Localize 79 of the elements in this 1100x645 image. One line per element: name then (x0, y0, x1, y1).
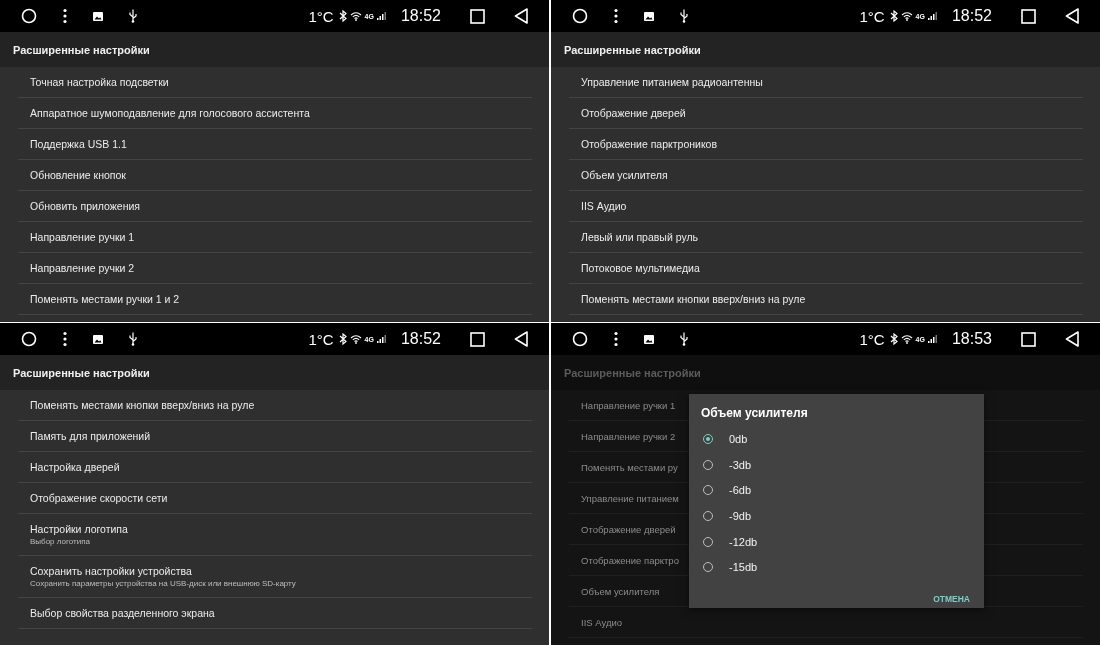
back-icon[interactable] (514, 8, 528, 24)
settings-item[interactable]: Левый или правый руль (569, 222, 1083, 253)
bluetooth-icon (889, 333, 898, 345)
settings-item[interactable]: Управление питанием радиоантенны (569, 67, 1083, 98)
option-label: -15db (729, 561, 758, 574)
settings-item[interactable]: IIS Аудио (569, 191, 1083, 222)
signal-icon (376, 12, 386, 20)
settings-item[interactable]: Настройка дверей (18, 452, 532, 483)
image-icon (93, 334, 103, 344)
option-label: -12db (729, 535, 758, 548)
signal-icon (376, 335, 386, 343)
bluetooth-icon (889, 10, 898, 22)
temperature-text: 1°C (308, 7, 334, 25)
image-icon (644, 334, 654, 344)
settings-item[interactable]: Аппаратное шумоподавление для голосового ассистента (18, 98, 532, 129)
settings-item[interactable]: Настройки логотипа Выбор логотипа (18, 514, 532, 556)
home-icon[interactable] (572, 8, 588, 24)
settings-item[interactable]: Поменять местами кнопки вверх/вниз на руле (569, 284, 1083, 315)
clock-text: 18:52 (400, 7, 441, 25)
settings-item[interactable]: Отображение парктроников (569, 129, 1083, 160)
dialog-title: Объем усилителя (701, 406, 808, 420)
settings-item[interactable]: Поменять местами ручки 1 и 2 (18, 284, 532, 315)
screen-title: Расширенные настройки (564, 366, 701, 379)
menu-icon[interactable] (63, 8, 67, 24)
settings-item[interactable]: Отображение дверей (569, 98, 1083, 129)
settings-item[interactable]: Память для приложений (18, 421, 532, 452)
recents-icon[interactable] (470, 8, 485, 24)
settings-item[interactable]: Сохранить настройки устройства Сохранить параметры устройства на USB-диск или внешнюю SD-карту (18, 556, 532, 598)
settings-item[interactable]: Направление ручки 1 (18, 222, 532, 253)
menu-icon[interactable] (614, 331, 618, 347)
settings-item[interactable]: Выбор свойства разделенного экрана (18, 598, 532, 629)
home-icon[interactable] (21, 331, 37, 347)
temperature-text: 1°C (859, 330, 885, 348)
usb-icon (129, 9, 137, 23)
temperature-text: 1°C (859, 7, 885, 25)
settings-item[interactable]: Обновление кнопок (18, 160, 532, 191)
settings-item[interactable]: Обновить приложения (18, 191, 532, 222)
option-label: -9db (729, 509, 752, 522)
back-icon[interactable] (1065, 8, 1079, 24)
back-icon[interactable] (514, 331, 528, 347)
screen-title: Расширенные настройки (564, 43, 701, 56)
clock-text: 18:52 (951, 7, 992, 25)
recents-icon[interactable] (1021, 8, 1036, 24)
recents-icon[interactable] (470, 331, 485, 347)
temperature-text: 1°C (308, 330, 334, 348)
usb-icon (129, 332, 137, 346)
settings-item[interactable]: Потоковое мультимедиа (569, 253, 1083, 284)
settings-item[interactable]: Поддержка USB 1.1 (18, 129, 532, 160)
screen-title: Расширенные настройки (13, 43, 150, 56)
back-icon[interactable] (1065, 331, 1079, 347)
settings-item[interactable]: Точная настройка подсветки (18, 67, 532, 98)
settings-item[interactable]: Объем усилителя (569, 160, 1083, 191)
home-icon[interactable] (572, 331, 588, 347)
menu-icon[interactable] (614, 8, 618, 24)
signal-icon (927, 12, 937, 20)
usb-icon (680, 9, 688, 23)
usb-icon (680, 332, 688, 346)
home-icon[interactable] (21, 8, 37, 24)
cancel-button[interactable]: ОТМЕНА (931, 590, 972, 609)
settings-item[interactable]: Поменять местами кнопки вверх/вниз на руле (18, 390, 532, 421)
recents-icon[interactable] (1021, 331, 1036, 347)
signal-icon (927, 335, 937, 343)
menu-icon[interactable] (63, 331, 67, 347)
option-label: -3db (729, 458, 752, 471)
bluetooth-icon (338, 333, 347, 345)
option-label: 0db (729, 432, 748, 445)
option-label: -6db (729, 484, 752, 497)
wifi-icon (900, 334, 913, 344)
wifi-icon (349, 334, 362, 344)
screen-title: Расширенные настройки (13, 366, 150, 379)
clock-text: 18:53 (951, 330, 992, 348)
image-icon (644, 11, 654, 21)
wifi-icon (349, 11, 362, 21)
image-icon (93, 11, 103, 21)
settings-item[interactable]: Направление ручки 2 (18, 253, 532, 284)
wifi-icon (900, 11, 913, 21)
settings-item[interactable]: Отображение скорости сети (18, 483, 532, 514)
clock-text: 18:52 (400, 330, 441, 348)
bluetooth-icon (338, 10, 347, 22)
